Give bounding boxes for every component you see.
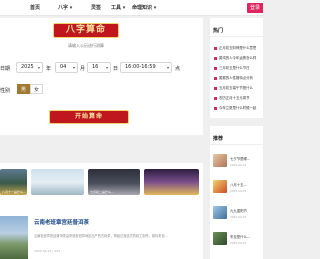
chevron-down-icon: ▾	[72, 65, 75, 70]
rec-item-date: 2025-04-15	[230, 189, 247, 193]
chevron-down-icon: ▾	[166, 65, 169, 70]
hot-icon	[214, 46, 217, 50]
rec-item-title[interactable]: 冬至是什么...	[230, 234, 250, 239]
month-value: 04	[60, 64, 67, 70]
rec-item-title[interactable]: 八月十五...	[230, 182, 247, 187]
article-title[interactable]: 云南老班章宫廷普洱茶	[34, 218, 89, 226]
rec-item-date: 2025-04-15	[230, 215, 247, 219]
month-unit: 月	[80, 66, 86, 72]
top-nav: 首页 八字 ▾ 灵签 工具 ▾ 命理知识 ▾ 登录	[0, 0, 263, 16]
month-select[interactable]: 04 ▾	[55, 62, 78, 73]
divider	[210, 144, 263, 145]
gender-label: 性别	[0, 88, 11, 94]
gender-male[interactable]: 男	[17, 84, 30, 94]
feed-thumb[interactable]	[31, 169, 84, 195]
article-image[interactable]	[0, 216, 28, 259]
bazi-form-card: 八字算命 请输入公历进行测算 日期 2025 ▾ 年 04 ▾ 月 16 ▾ 日…	[0, 18, 203, 135]
rec-thumb[interactable]	[213, 154, 227, 167]
feed-thumb[interactable]: 八月十一是什么...	[0, 169, 27, 195]
rec-thumb[interactable]	[213, 180, 227, 193]
nav-knowledge[interactable]: 命理知识 ▾	[132, 4, 156, 11]
thumb-title: 八月十一是什么...	[2, 190, 26, 194]
hot-item[interactable]: 三月初五是什么节日	[214, 65, 250, 70]
day-unit: 日	[113, 66, 119, 72]
year-select[interactable]: 2025 ▾	[16, 62, 43, 73]
feed-thumb[interactable]: 七月初二是什么...	[88, 169, 140, 195]
form-subtitle: 请输入公历进行测算	[68, 43, 104, 48]
rec-item-title[interactable]: 九九重阳节	[230, 208, 247, 213]
hot-icon	[214, 66, 217, 70]
rec-thumb[interactable]	[213, 206, 227, 219]
hot-icon	[214, 56, 217, 60]
hot-icon	[214, 96, 217, 100]
hot-item[interactable]: 属鸡的人今年运势怎么样	[214, 55, 256, 60]
hot-icon	[214, 106, 217, 110]
article-excerpt: 云南老班章宫廷普洱茶由来是老班章地区出产的古树茶，再经过宫廷式的精工制作，原料来…	[34, 234, 168, 238]
hot-item[interactable]: 属猴的人性格特点分析	[214, 75, 253, 80]
rec-thumb[interactable]	[213, 232, 227, 245]
year-unit: 年	[46, 66, 52, 72]
day-select[interactable]: 16 ▾	[87, 62, 111, 73]
feed-thumb[interactable]	[144, 169, 199, 195]
gender-female[interactable]: 女	[30, 84, 43, 94]
rec-item-date: 2025-04-15	[230, 163, 247, 167]
time-unit: 点	[175, 66, 181, 72]
rec-item-title[interactable]: 七夕节是哪...	[230, 156, 250, 161]
nav-lingqian[interactable]: 灵签	[91, 4, 101, 11]
day-value: 16	[92, 64, 99, 70]
sidebar-hot: 热门 正月初五财神是什么意思 属鸡的人今年运势怎么样 三月初五是什么节日 属猴的…	[210, 18, 263, 118]
hot-icon	[214, 76, 217, 80]
time-value: 16:00-16:59	[125, 64, 156, 70]
date-label: 日期	[0, 66, 11, 72]
divider	[210, 36, 263, 37]
login-button[interactable]: 登录	[247, 3, 263, 13]
submit-button[interactable]: 开始算命	[49, 110, 129, 124]
time-select[interactable]: 16:00-16:59 ▾	[120, 62, 172, 73]
hot-title: 热门	[213, 28, 224, 34]
chevron-down-icon: ▾	[37, 65, 40, 70]
article-feed: 八月十一是什么... 七月初二是什么... 云南老班章宫廷普洱茶 云南老班章宫廷…	[0, 163, 203, 259]
hot-item[interactable]: 农历正月十五元宵节	[214, 95, 250, 100]
hot-item[interactable]: 五月初五端午节是什么	[214, 85, 253, 90]
hot-item[interactable]: 今年立夏是什么时候一起	[214, 105, 256, 110]
sidebar-recommend: 推荐 七夕节是哪... 2025-04-15 八月十五... 2025-04-1…	[210, 126, 263, 259]
recommend-title: 推荐	[213, 136, 224, 142]
article-meta: 2025-04-15 | 153	[34, 249, 61, 253]
thumb-title: 七月初二是什么...	[90, 190, 114, 194]
rec-item-date: 2025-04-15	[230, 241, 247, 245]
hot-item[interactable]: 正月初五财神是什么意思	[214, 45, 256, 50]
nav-bazi[interactable]: 八字 ▾	[58, 4, 72, 11]
form-title: 八字算命	[53, 23, 119, 38]
year-value: 2025	[21, 64, 34, 70]
nav-tools[interactable]: 工具 ▾	[111, 4, 125, 11]
chevron-down-icon: ▾	[105, 65, 108, 70]
nav-home[interactable]: 首页	[30, 4, 40, 11]
hot-icon	[214, 86, 217, 90]
